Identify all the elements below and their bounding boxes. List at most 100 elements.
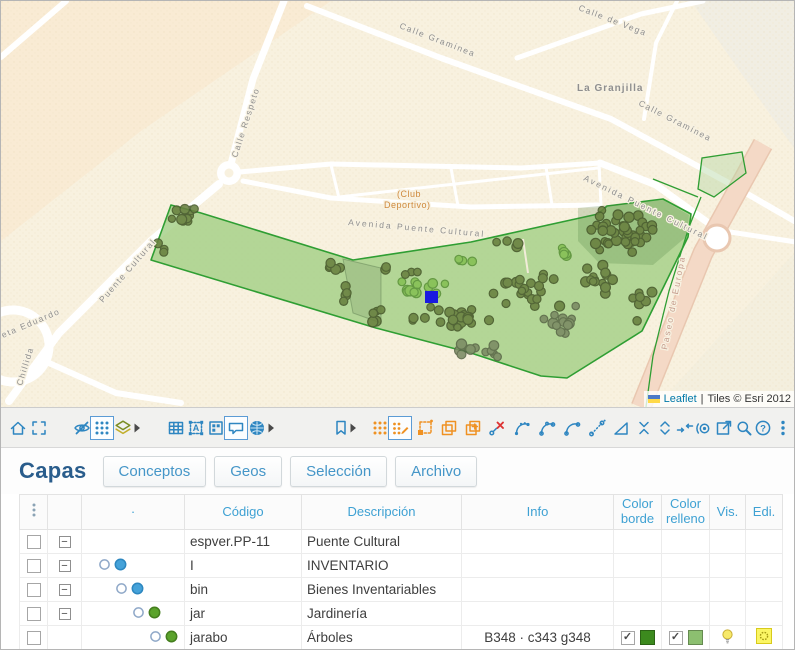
codigo-cell: I bbox=[190, 558, 194, 573]
descripcion-cell: Jardinería bbox=[307, 606, 367, 621]
curve-tool-2-icon[interactable] bbox=[535, 416, 559, 440]
col-header-vis: Vis. bbox=[710, 495, 746, 530]
caret-right-icon[interactable] bbox=[341, 416, 365, 440]
border-color-swatch[interactable] bbox=[640, 630, 655, 645]
fill-color-checkbox[interactable]: ✓ bbox=[669, 631, 683, 645]
col-header-label: Código bbox=[222, 504, 263, 519]
ukraine-flag-icon bbox=[648, 395, 660, 403]
col-header-select bbox=[48, 495, 82, 530]
kebab-menu-icon bbox=[27, 502, 41, 518]
row-checkbox[interactable] bbox=[27, 559, 41, 573]
col-header-label: Color borde bbox=[621, 496, 654, 526]
curve-tool-icon[interactable] bbox=[510, 416, 534, 440]
copy-features-icon[interactable] bbox=[437, 416, 461, 440]
tabs-group: ConceptosGeos Selección Archivo bbox=[103, 456, 486, 487]
selection-square-icon[interactable] bbox=[413, 416, 437, 440]
col-header-symbol: · bbox=[82, 495, 185, 530]
row-checkbox[interactable] bbox=[27, 535, 41, 549]
tab-archivo[interactable]: Archivo bbox=[395, 456, 477, 487]
delete-vertex-icon[interactable] bbox=[485, 416, 509, 440]
map-label: (Club bbox=[397, 189, 421, 199]
layer-row-I[interactable]: − I INVENTARIO bbox=[20, 554, 783, 578]
edit-toggle[interactable] bbox=[756, 632, 772, 647]
col-header-codigo: Código bbox=[185, 495, 302, 530]
layers-tabs-bar: Capas ConceptosGeos Selección Archivo bbox=[1, 448, 795, 494]
symbol-outline-circle bbox=[149, 630, 162, 646]
col-header-label: Vis. bbox=[717, 504, 738, 519]
symbol-filled-circle bbox=[131, 582, 144, 598]
paseo-roundabout bbox=[704, 225, 730, 251]
layer-row-jarabo[interactable]: jarabo Árboles B348 · c343 g348 ✓ ✓ bbox=[20, 626, 783, 650]
col-header-color-borde: Color borde bbox=[614, 495, 662, 530]
layer-row-bin[interactable]: − bin Bienes Inventariables bbox=[20, 578, 783, 602]
panel-title: Capas bbox=[19, 458, 87, 484]
map-label: La Granjilla bbox=[577, 83, 643, 94]
layers-table-wrap: · Código Descripción Info Color borde Color r… bbox=[19, 494, 783, 650]
col-header-label: Edi. bbox=[753, 504, 775, 519]
layer-row-jar[interactable]: − jar Jardinería bbox=[20, 602, 783, 626]
roundabout-island bbox=[225, 169, 234, 178]
vertex-line-icon[interactable] bbox=[585, 416, 609, 440]
fullscreen-icon[interactable] bbox=[27, 416, 51, 440]
leaflet-link[interactable]: Leaflet bbox=[664, 393, 697, 405]
map-graphics: Calle GramíneaCalle de VegaLa GranjillaC… bbox=[1, 1, 795, 407]
layers-table: · Código Descripción Info Color borde Color r… bbox=[19, 494, 783, 650]
caret-right-icon[interactable] bbox=[259, 416, 283, 440]
codigo-cell: jarabo bbox=[190, 630, 228, 645]
tab-seleccion[interactable]: Selección bbox=[290, 456, 387, 487]
row-checkbox[interactable] bbox=[27, 583, 41, 597]
tab-geos[interactable]: Geos bbox=[214, 456, 282, 487]
kebab-menu-icon[interactable] bbox=[771, 416, 795, 440]
col-header-label: Color relleno bbox=[666, 496, 705, 526]
col-header-edi: Edi. bbox=[746, 495, 783, 530]
codigo-cell: jar bbox=[190, 606, 205, 621]
svg-text:A: A bbox=[193, 423, 200, 433]
col-header-label: Descripción bbox=[348, 504, 416, 519]
symbol-outline-circle bbox=[115, 582, 128, 598]
collapse-toggle[interactable]: − bbox=[59, 560, 71, 572]
col-header-label: · bbox=[131, 504, 135, 519]
tab-conceptos[interactable]: Conceptos bbox=[103, 456, 207, 487]
app-window: Calle GramíneaCalle de VegaLa GranjillaC… bbox=[0, 0, 795, 650]
symbol-outline-circle bbox=[132, 606, 145, 622]
descripcion-cell: Puente Cultural bbox=[307, 534, 400, 549]
selected-feature-marker[interactable] bbox=[425, 291, 438, 303]
editing-sun-icon bbox=[756, 628, 772, 644]
collapse-toggle[interactable]: − bbox=[59, 584, 71, 596]
attribution-divider: | bbox=[701, 393, 704, 405]
curve-tool-3-icon[interactable] bbox=[560, 416, 584, 440]
layer-row-espver.PP-11[interactable]: − espver.PP-11 Puente Cultural bbox=[20, 530, 783, 554]
symbol-filled-circle bbox=[165, 630, 178, 646]
symbol-filled-circle bbox=[148, 606, 161, 622]
map-toolbar: A? bbox=[1, 407, 795, 448]
map-attribution: Leaflet | Tiles © Esri 2012 bbox=[644, 391, 795, 407]
border-color-checkbox[interactable]: ✓ bbox=[621, 631, 635, 645]
info-cell: B348 · c343 g348 bbox=[484, 630, 591, 645]
symbol-outline-circle bbox=[98, 558, 111, 574]
visibility-toggle[interactable] bbox=[720, 633, 735, 648]
col-header-info: Info bbox=[462, 495, 614, 530]
col-header-descripcion: Descripción bbox=[302, 495, 462, 530]
codigo-cell: espver.PP-11 bbox=[190, 534, 270, 549]
collapse-toggle[interactable]: − bbox=[59, 608, 71, 620]
add-features-icon[interactable] bbox=[461, 416, 485, 440]
collapse-toggle[interactable]: − bbox=[59, 536, 71, 548]
row-checkbox[interactable] bbox=[27, 607, 41, 621]
descripcion-cell: Árboles bbox=[307, 630, 353, 645]
col-header-color-relleno: Color relleno bbox=[662, 495, 710, 530]
svg-text:?: ? bbox=[760, 423, 766, 434]
points-edit-icon[interactable] bbox=[388, 416, 412, 440]
symbol-filled-circle bbox=[114, 558, 127, 574]
tiles-credit: Tiles © Esri 2012 bbox=[707, 393, 791, 405]
map-canvas[interactable]: Calle GramíneaCalle de VegaLa GranjillaC… bbox=[1, 1, 795, 407]
row-checkbox[interactable] bbox=[27, 631, 41, 645]
codigo-cell: bin bbox=[190, 582, 208, 597]
col-header-menu[interactable] bbox=[20, 495, 48, 530]
caret-right-icon[interactable] bbox=[125, 416, 149, 440]
descripcion-cell: Bienes Inventariables bbox=[307, 582, 436, 597]
angle-measure-icon[interactable] bbox=[609, 416, 633, 440]
fill-color-swatch[interactable] bbox=[688, 630, 703, 645]
col-header-label: Info bbox=[527, 504, 549, 519]
map-label: Deportivo) bbox=[384, 200, 431, 210]
descripcion-cell: INVENTARIO bbox=[307, 558, 389, 573]
